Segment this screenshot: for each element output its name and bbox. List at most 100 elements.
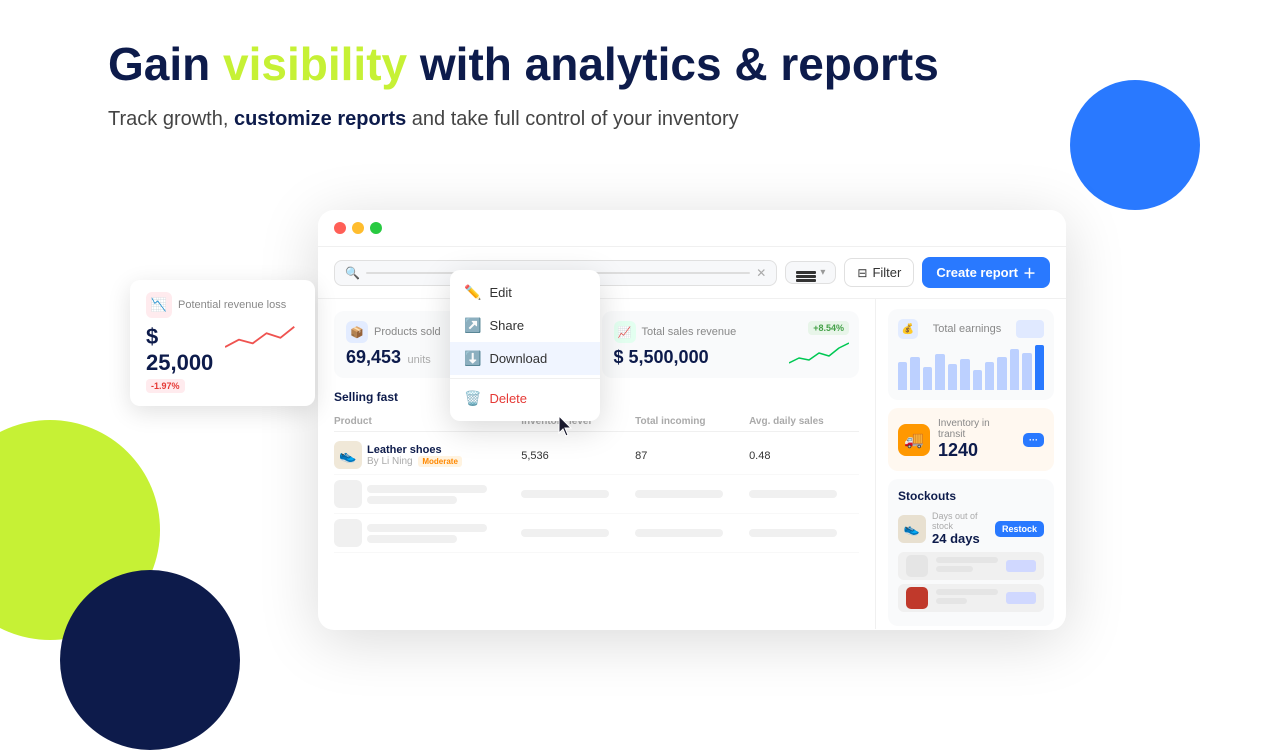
menu-item-download[interactable]: ⬇️ Download <box>450 342 600 375</box>
stockout-value-1: 24 days <box>932 531 989 546</box>
dot-close[interactable] <box>334 222 346 234</box>
search-clear-icon[interactable]: ✕ <box>756 266 766 280</box>
skeleton-avg-2 <box>749 529 859 537</box>
filter-label: Filter <box>872 265 901 280</box>
earnings-bar-4 <box>948 364 957 390</box>
stockout-info-1: Days out of stock 24 days <box>932 511 989 546</box>
delete-icon: 🗑️ <box>464 390 481 407</box>
revenue-loss-card: 📉 Potential revenue loss $ 25,000 -1.97% <box>130 280 315 406</box>
toolbar: 🔍 ✕ ▾ ⊟ Filter Create report ＋ <box>318 247 1066 299</box>
table-row-skeleton-2 <box>334 514 859 553</box>
menu-item-share[interactable]: ↗️ Share <box>450 309 600 342</box>
skeleton-name-2 <box>367 524 487 532</box>
menu-delete-label: Delete <box>489 391 527 406</box>
skeleton-brand-1 <box>367 496 457 504</box>
earnings-widget-header: 💰 Total earnings <box>898 319 1044 339</box>
hero-title-rest: with analytics & reports <box>407 38 939 90</box>
sk-circle-1 <box>906 555 928 577</box>
edit-icon: ✏️ <box>464 284 481 301</box>
earnings-widget-icon: 💰 <box>898 319 918 339</box>
subtitle-part1: Track growth, <box>108 108 234 130</box>
dashboard-window: 🔍 ✕ ▾ ⊟ Filter Create report ＋ <box>318 210 1066 630</box>
sk-lines-1 <box>936 557 998 575</box>
stockout-label-1: Days out of stock <box>932 511 989 531</box>
menu-share-label: Share <box>489 318 524 333</box>
dot-maximize[interactable] <box>370 222 382 234</box>
product-col-leather: 👟 Leather shoes By Li Ning Moderate <box>334 441 517 469</box>
total-sales-mini-chart <box>789 338 849 368</box>
leather-shoes-thumb: 👟 <box>334 441 362 469</box>
filter-button[interactable]: ⊟ Filter <box>844 258 914 287</box>
search-icon: 🔍 <box>345 266 360 280</box>
dash-content: 📦 Products sold 69,453 units -1.97% 📈 To… <box>318 299 1066 629</box>
products-sold-title: Products sold <box>374 326 441 338</box>
earnings-menu-btn[interactable] <box>1016 320 1044 338</box>
skeleton-thumb-1 <box>334 480 362 508</box>
earnings-bar-5 <box>960 359 969 390</box>
products-sold-unit: units <box>408 354 431 366</box>
products-sold-value: 69,453 <box>346 347 401 367</box>
stockout-thumb-1: 👟 <box>898 515 926 543</box>
hero-title: Gain visibility with analytics & reports <box>108 38 1050 91</box>
earnings-bar-1 <box>910 357 919 390</box>
create-report-button[interactable]: Create report ＋ <box>922 257 1050 288</box>
menu-divider <box>450 378 600 379</box>
menu-edit-label: Edit <box>489 285 511 300</box>
revenue-badge: -1.97% <box>146 379 185 393</box>
subtitle-bold: customize reports <box>234 108 406 130</box>
transit-value: 1240 <box>938 440 1015 461</box>
inventory-transit-widget: 🚚 Inventory in transit 1240 ··· <box>888 408 1054 471</box>
earnings-widget-title: Total earnings <box>933 323 1002 335</box>
earnings-bar-9 <box>1010 349 1019 390</box>
hero-subtitle: Track growth, customize reports and take… <box>108 105 1050 133</box>
restock-button[interactable]: Restock <box>995 521 1044 537</box>
plus-icon: ＋ <box>1023 263 1036 282</box>
total-sales-badge: +8.54% <box>808 321 849 335</box>
total-earnings-widget: 💰 Total earnings <box>888 309 1054 400</box>
skeleton-info-1 <box>367 485 517 504</box>
hero-section: Gain visibility with analytics & reports… <box>108 38 1050 133</box>
sk-btn-2 <box>1006 592 1036 604</box>
filter-icon: ⊟ <box>857 266 867 280</box>
stockout-item-1: 👟 Days out of stock 24 days Restock <box>898 511 1044 546</box>
skeleton-name-1 <box>367 485 487 493</box>
earnings-bar-10 <box>1022 353 1031 390</box>
col-header-incoming: Total incoming <box>635 416 745 427</box>
context-menu: ✏️ Edit ↗️ Share ⬇️ Download 🗑️ Delete <box>450 270 600 421</box>
revenue-card-header: 📉 Potential revenue loss <box>146 292 299 318</box>
stockouts-widget: Stockouts 👟 Days out of stock 24 days Re… <box>888 479 1054 626</box>
skeleton-avg-1 <box>749 490 859 498</box>
download-icon: ⬇️ <box>464 350 481 367</box>
skeleton-brand-2 <box>367 535 457 543</box>
transit-icon: 🚚 <box>898 424 930 456</box>
transit-action-btn[interactable]: ··· <box>1023 433 1044 447</box>
sk-circle-2 <box>906 587 928 609</box>
earnings-bar-6 <box>973 370 982 390</box>
incoming-col-leather: 87 <box>635 446 745 464</box>
earnings-bar-3 <box>935 354 944 390</box>
titlebar <box>318 210 1066 247</box>
view-select[interactable]: ▾ <box>785 261 836 284</box>
stockout-skeleton-2 <box>898 584 1044 612</box>
leather-shoes-info: Leather shoes By Li Ning Moderate <box>367 444 517 467</box>
skeleton-thumb-2 <box>334 519 362 547</box>
skeleton-incoming-2 <box>635 529 745 537</box>
earnings-bar-0 <box>898 362 907 390</box>
skeleton-incoming-1 <box>635 490 745 498</box>
avg-col-leather: 0.48 <box>749 446 859 464</box>
menu-item-edit[interactable]: ✏️ Edit <box>450 276 600 309</box>
menu-item-delete[interactable]: 🗑️ Delete <box>450 382 600 415</box>
table-row-leather-shoes[interactable]: 👟 Leather shoes By Li Ning Moderate 5,53… <box>334 436 859 475</box>
moderate-badge: Moderate <box>418 456 462 467</box>
dot-minimize[interactable] <box>352 222 364 234</box>
revenue-card-value: $ 25,000 <box>146 324 225 376</box>
transit-info: Inventory in transit 1240 <box>938 418 1015 461</box>
leather-shoes-name: Leather shoes <box>367 444 517 456</box>
skeleton-inv-1 <box>521 490 631 498</box>
earnings-bar-7 <box>985 362 994 390</box>
hero-title-visibility: visibility <box>223 38 407 90</box>
deco-blue-circle <box>1070 80 1200 210</box>
inv-col-leather: 5,536 <box>521 446 631 464</box>
total-sales-title: Total sales revenue <box>642 326 737 338</box>
skeleton-product-2 <box>334 519 517 547</box>
